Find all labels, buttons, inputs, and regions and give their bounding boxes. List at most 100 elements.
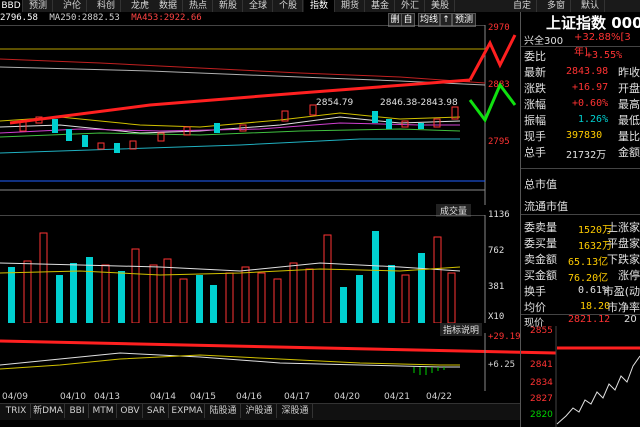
tab-data[interactable]: 数据 (154, 0, 183, 12)
label-low: 最低 (618, 114, 640, 127)
tab-sar[interactable]: SAR (144, 404, 169, 418)
value-change: +16.97 (572, 82, 609, 93)
panel-divider-1 (521, 46, 640, 47)
panel-divider-2 (521, 168, 640, 169)
date-0415: 04/15 (190, 392, 216, 402)
candle (372, 111, 378, 123)
value-avgprice: 18.20 (580, 301, 611, 312)
label-volratio: 量比 (618, 130, 640, 143)
label-total-mktcap: 总市值 (524, 178, 557, 191)
tab-mtm[interactable]: MTM (90, 404, 117, 418)
vol-bar (56, 275, 63, 323)
label-avgprice: 均价 (524, 301, 546, 314)
legend-ma250: 2882.53 (81, 13, 120, 23)
vol-bar (305, 268, 314, 323)
candle (129, 140, 137, 150)
tab-stock[interactable]: 个股 (274, 0, 303, 12)
tab-multiwin[interactable]: 多窗 (542, 0, 571, 12)
mini-2827: 2827 (530, 394, 553, 404)
tab-ipo[interactable]: 新股 (214, 0, 243, 12)
tab-longhu[interactable]: 龙虎 (126, 0, 155, 12)
candle (52, 119, 58, 133)
vol-bar (70, 263, 77, 323)
tab-global[interactable]: 全球 (244, 0, 273, 12)
value-pct: +0.60% (572, 98, 609, 109)
tab-shengutong[interactable]: 深股通 (278, 404, 313, 418)
tab-futures[interactable]: 期货 (336, 0, 365, 12)
label-curvol: 现手 (524, 130, 546, 143)
mini-2834: 2834 (530, 378, 553, 388)
vol-bar (340, 287, 347, 323)
panel-divider-3 (521, 214, 640, 215)
date-0410: 04/10 (60, 392, 86, 402)
legend-ma453-label: MA453: (131, 13, 164, 23)
candle (418, 123, 424, 129)
tab-hugutong[interactable]: 沪股通 (242, 404, 277, 418)
date-0413: 04/13 (94, 392, 120, 402)
green-forecast-zigzag (468, 82, 517, 123)
label-totalvol: 总手 (524, 146, 546, 159)
tab-obv[interactable]: OBV (118, 404, 143, 418)
annotation-range: 2846.38-2843.98 (380, 98, 458, 108)
price-chart[interactable] (0, 25, 520, 205)
vol-bar (323, 234, 332, 323)
label-amplitude: 振幅 (524, 114, 546, 127)
tab-hulun[interactable]: 沪伦 (58, 0, 87, 12)
vol-unit: X10 (488, 312, 505, 322)
volume-chart[interactable] (0, 215, 486, 323)
date-0417: 04/17 (284, 392, 310, 402)
tab-expma[interactable]: EXPMA (170, 404, 205, 418)
vol-bar (118, 271, 125, 323)
vol-bar (86, 257, 93, 323)
date-0422: 04/22 (426, 392, 452, 402)
tab-forex[interactable]: 外汇 (396, 0, 425, 12)
ma-legend: 2796.58 MA250:2882.53 MA453:2922.66 (0, 13, 202, 23)
tab-default[interactable]: 默认 (576, 0, 605, 12)
mini-tail: 20 (624, 314, 637, 325)
label-limit-up: 涨停 (618, 269, 640, 282)
vol-bar (149, 264, 158, 323)
vol-bar (289, 262, 298, 323)
tab-trix[interactable]: TRIX (2, 404, 31, 418)
ma-cyan (0, 138, 460, 154)
tab-index[interactable]: 指数 (304, 0, 335, 12)
label-open: 开盘 (618, 82, 640, 95)
vol-bar (179, 278, 188, 323)
legend-last: 2796.58 (0, 13, 38, 23)
vol-bar (273, 278, 282, 323)
label-sellamt: 卖金额 (524, 253, 557, 266)
volume-bars (8, 231, 456, 323)
label-pct: 涨幅 (524, 98, 546, 111)
mini-2820: 2820 (530, 410, 553, 420)
tab-forecast[interactable]: 预测 (24, 0, 53, 12)
tab-us-stock[interactable]: 美股 (426, 0, 455, 12)
tab-custom[interactable]: 自定 (508, 0, 537, 12)
tab-fund[interactable]: 基金 (366, 0, 395, 12)
tab-hot[interactable]: 热点 (184, 0, 213, 12)
label-down-count: 下跌家 (607, 253, 640, 266)
tab-kechuang[interactable]: 科创 (92, 0, 121, 12)
tab-bbd[interactable]: BBD (0, 0, 23, 12)
legend-ma453: 2922.66 (163, 13, 202, 23)
tab-lugutong[interactable]: 陆股通 (206, 404, 241, 418)
indicator-chart[interactable] (0, 333, 560, 391)
candle (97, 142, 105, 150)
value-curvol: 397830 (566, 130, 603, 141)
candle (214, 123, 220, 133)
vol-bar (401, 274, 410, 323)
vol-bar (8, 267, 15, 323)
indicator-line-1 (0, 352, 460, 368)
ma453-line (0, 58, 486, 84)
tab-newdma[interactable]: 新DMA (32, 404, 65, 418)
candle (66, 129, 72, 141)
vol-762: 762 (488, 246, 505, 256)
vol-bar (225, 272, 234, 323)
date-0414: 04/14 (150, 392, 176, 402)
vol-bar (388, 265, 395, 323)
label-turnover: 换手 (524, 285, 546, 298)
tab-bbi[interactable]: BBI (66, 404, 89, 418)
vol-bar (447, 272, 456, 323)
label-latest: 最新 (524, 66, 546, 79)
label-up-count: 上涨家 (607, 221, 640, 234)
vol-bar (418, 253, 425, 323)
